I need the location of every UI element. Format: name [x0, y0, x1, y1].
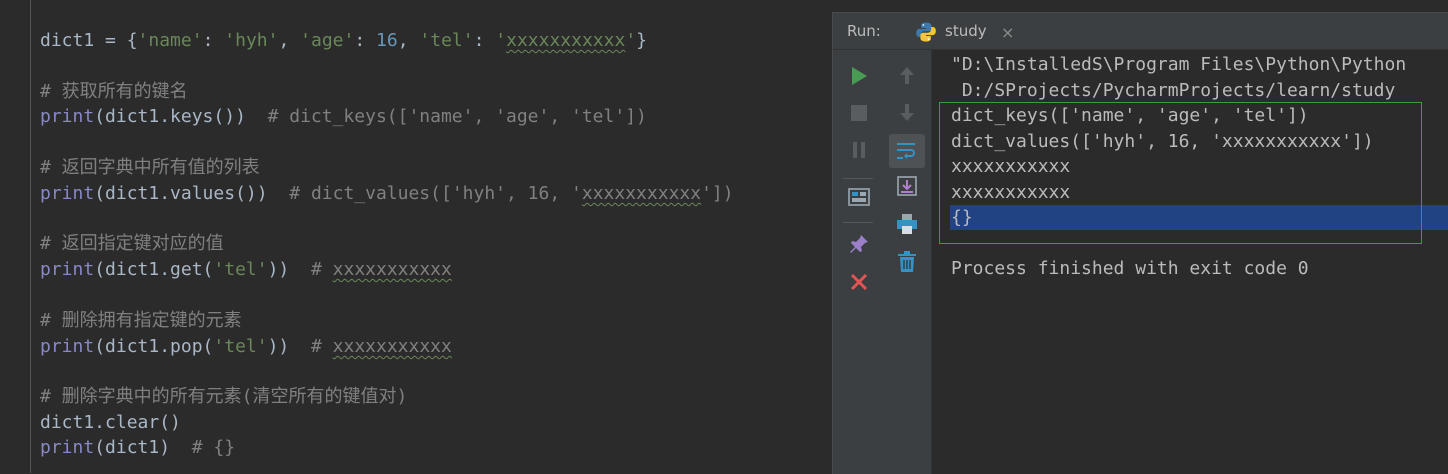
- pause-icon[interactable]: [845, 136, 873, 164]
- code-token: (dict1): [94, 437, 192, 458]
- console-line: {}: [951, 207, 973, 228]
- code-token: :: [202, 30, 225, 51]
- code-token: print: [40, 183, 95, 204]
- layout-icon[interactable]: [845, 184, 873, 212]
- print-icon[interactable]: [893, 210, 921, 238]
- code-token: 'age': [300, 30, 355, 51]
- code-token: dict1 = {: [40, 30, 138, 51]
- code-token: 'tel': [213, 336, 268, 357]
- code-token: :: [354, 30, 377, 51]
- code-line: print(dict1) # {}: [40, 437, 235, 459]
- code-token: # dict_keys(['name', 'age', 'tel']): [267, 106, 647, 127]
- run-label: Run:: [847, 22, 881, 40]
- console-line: xxxxxxxxxxx: [951, 156, 1071, 177]
- code-token: xxxxxxxxxxx: [332, 259, 452, 280]
- pin-icon[interactable]: [845, 230, 873, 258]
- code-line: # 获取所有的键名: [40, 81, 188, 103]
- code-line: dict1 = {'name': 'hyh', 'age': 16, 'tel'…: [40, 30, 647, 52]
- code-token: )): [267, 259, 311, 280]
- console-line: dict_keys(['name', 'age', 'tel']): [951, 105, 1309, 126]
- run-icon[interactable]: [845, 62, 873, 90]
- close-red-icon[interactable]: [845, 268, 873, 296]
- code-token: 'name': [137, 30, 203, 51]
- code-token: ,: [397, 30, 420, 51]
- code-token: # 删除拥有指定键的元素: [40, 310, 242, 331]
- code-line: # 删除拥有指定键的元素: [40, 310, 242, 332]
- console-line: D:/SProjects/PycharmProjects/learn/study: [951, 80, 1396, 101]
- code-token: # 删除字典中的所有元素(清空所有的键值对): [40, 386, 408, 407]
- run-tool-window: Run: study × "D:\InstalledS\Program File…: [832, 12, 1448, 474]
- code-token: # 返回字典中所有值的列表: [40, 157, 260, 178]
- down-arrow-icon[interactable]: [893, 98, 921, 126]
- code-line: print(dict1.values()) # dict_values(['hy…: [40, 183, 734, 205]
- run-toolbar-primary: [833, 50, 883, 474]
- code-token: :: [473, 30, 496, 51]
- code-token: dict1.clear(): [40, 412, 181, 433]
- code-token: (dict1.get(: [94, 259, 214, 280]
- code-token: 16: [376, 30, 398, 51]
- stop-icon[interactable]: [845, 99, 873, 127]
- code-token: # {}: [191, 437, 236, 458]
- tab-study[interactable]: study ×: [915, 13, 1023, 49]
- trash-icon[interactable]: [893, 248, 921, 276]
- code-token: 'hyh': [224, 30, 279, 51]
- console-line: Process finished with exit code 0: [951, 258, 1309, 279]
- up-arrow-icon[interactable]: [893, 61, 921, 89]
- code-line: print(dict1.pop('tel')) # xxxxxxxxxxx: [40, 336, 452, 358]
- gutter-divider: [30, 0, 31, 473]
- code-token: (dict1.pop(: [94, 336, 214, 357]
- tab-label: study: [945, 22, 987, 40]
- python-icon: [915, 21, 937, 43]
- code-token: ']): [701, 183, 734, 204]
- toolbar-separator: [843, 222, 873, 223]
- code-token: 'tel': [213, 259, 268, 280]
- run-header: Run: study ×: [833, 13, 1448, 50]
- code-line: # 返回字典中所有值的列表: [40, 157, 260, 179]
- close-icon[interactable]: ×: [1001, 23, 1014, 42]
- code-token: xxxxxxxxxxx: [581, 183, 702, 204]
- code-token: # dict_values(['hyh', 16, ': [289, 183, 582, 204]
- code-line: print(dict1.get('tel')) # xxxxxxxxxxx: [40, 259, 452, 281]
- console-output[interactable]: "D:\InstalledS\Program Files\Python\Pyth…: [932, 50, 1448, 474]
- code-token: # 获取所有的键名: [40, 81, 188, 102]
- code-token: ,: [278, 30, 301, 51]
- code-token: print: [40, 336, 95, 357]
- console-line: "D:\InstalledS\Program Files\Python\Pyth…: [951, 54, 1407, 75]
- code-token: )): [267, 336, 311, 357]
- code-token: # 返回指定键对应的值: [40, 233, 224, 254]
- code-line: # 返回指定键对应的值: [40, 233, 224, 255]
- console-line: dict_values(['hyh', 16, 'xxxxxxxxxxx']): [951, 131, 1374, 152]
- code-token: ': [495, 30, 507, 51]
- code-token: print: [40, 437, 95, 458]
- code-editor[interactable]: dict1 = {'name': 'hyh', 'age': 16, 'tel'…: [0, 0, 832, 473]
- code-token: (dict1.keys()): [94, 106, 268, 127]
- code-token: (dict1.values()): [94, 183, 290, 204]
- code-token: xxxxxxxxxxx: [332, 336, 452, 357]
- code-token: 'tel': [419, 30, 474, 51]
- code-token: }: [636, 30, 648, 51]
- code-token: #: [310, 336, 333, 357]
- code-token: xxxxxxxxxxx: [506, 30, 626, 51]
- code-line: print(dict1.keys()) # dict_keys(['name',…: [40, 106, 647, 128]
- soft-wrap-icon[interactable]: [889, 134, 925, 168]
- run-toolbar-secondary: [883, 50, 932, 474]
- scroll-to-end-icon[interactable]: [893, 172, 921, 200]
- toolbar-separator: [843, 178, 873, 179]
- console-line: xxxxxxxxxxx: [951, 182, 1071, 203]
- code-token: print: [40, 106, 95, 127]
- code-token: #: [310, 259, 333, 280]
- code-line: dict1.clear(): [40, 412, 181, 434]
- code-token: print: [40, 259, 95, 280]
- code-line: # 删除字典中的所有元素(清空所有的键值对): [40, 386, 407, 408]
- code-token: ': [625, 30, 637, 51]
